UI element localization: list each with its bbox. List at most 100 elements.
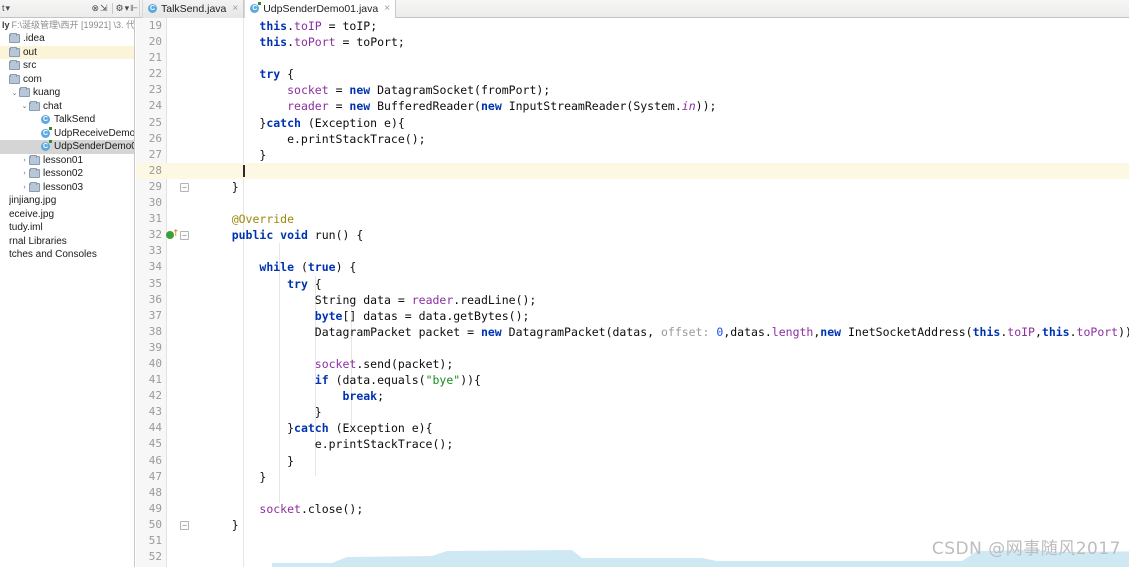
tree-item-com[interactable]: · com [0,73,134,87]
line-number: 45 [148,437,162,451]
code-line-50[interactable]: 50 − } [136,517,1129,533]
tree-item-kuang[interactable]: ⌄ kuang [0,86,134,100]
code-line-37[interactable]: 37 byte[] datas = data.getBytes(); [136,308,1129,324]
tree-spacer: · [0,76,9,83]
code-text: break; [342,389,385,404]
code-text: String data = reader.readLine(); [204,292,537,307]
line-number: 44 [148,421,162,435]
code-editor[interactable]: 19 this.toIP = toIP; 20 this.toPort = toP… [136,18,1129,567]
code-line-32[interactable]: 32 ↑ − public void run() { [136,227,1129,243]
line-number: 35 [148,276,162,290]
code-line-26[interactable]: 26 e.printStackTrace(); [136,131,1129,147]
project-tree[interactable]: ·.idea·out·src·com⌄kuang⌄chat·CTalkSend·… [0,31,134,262]
tree-item-idea[interactable]: · .idea [0,32,134,46]
code-line-39[interactable]: 39 [136,340,1129,356]
code-line-41[interactable]: 41 if (data.equals("bye")){ [136,372,1129,388]
chevron-right-icon[interactable]: › [20,184,29,191]
code-line-27[interactable]: 27 } [136,147,1129,163]
code-line-36[interactable]: 36 String data = reader.readLine(); [136,292,1129,308]
tree-item-lesson02[interactable]: › lesson02 [0,167,134,181]
override-method-icon[interactable]: ↑ [166,230,180,240]
code-line-31[interactable]: 31 @Override [136,211,1129,227]
project-tree-panel[interactable]: ly F:\涎级管理\西开 [19921] \3. 代码 ·.idea·out·… [0,18,135,567]
code-line-34[interactable]: 34 while (true) { [136,259,1129,275]
line-number: 26 [148,131,162,145]
tree-item-tudy-iml[interactable]: ·tudy.iml [0,221,134,235]
code-line-43[interactable]: 43 } [136,404,1129,420]
tree-item-label: TalkSend [54,114,96,126]
code-line-30[interactable]: 30 [136,195,1129,211]
tree-item-jinjiang-jpg[interactable]: ·jinjiang.jpg [0,194,134,208]
tree-item-label: out [23,46,37,58]
java-class-icon: C [41,115,50,125]
code-line-40[interactable]: 40 socket.send(packet); [136,356,1129,372]
tree-item-label: UdpReceiveDemo01 [54,127,134,139]
java-class-icon: C [148,4,157,13]
tree-item-src[interactable]: · src [0,59,134,73]
close-icon[interactable]: × [232,3,238,14]
code-line-25[interactable]: 25 }catch (Exception e){ [136,115,1129,131]
code-text: public void run() { [231,228,364,243]
tree-item-rnal-libraries[interactable]: ·rnal Libraries [0,235,134,249]
code-line-29[interactable]: 29 − } [136,179,1129,195]
chevron-down-icon[interactable]: ▾ [6,1,11,17]
tree-item-udpreceivedemo01[interactable]: ·CUdpReceiveDemo01 [0,126,134,141]
code-text: socket.close(); [259,501,364,516]
folder-icon [9,33,20,44]
code-line-35[interactable]: 35 try { [136,276,1129,292]
code-line-28[interactable]: 28 [136,162,1129,179]
gear-chevron-down-icon[interactable]: ▾ [125,1,130,17]
code-line-42[interactable]: 42 break; [136,388,1129,404]
tree-item-tches-and-consoles[interactable]: ·tches and Consoles [0,248,134,262]
tree-item-chat[interactable]: ⌄ chat [0,100,134,114]
code-fold-icon[interactable]: − [180,231,189,241]
editor-tab-udpsenderdemo01[interactable]: C UdpSenderDemo01.java × [244,0,397,18]
code-line-48[interactable]: 48 [136,485,1129,501]
code-line-38[interactable]: 38 DatagramPacket packet = new DatagramP… [136,324,1129,340]
code-line-22[interactable]: 22 try { [136,66,1129,82]
tree-item-lesson03[interactable]: › lesson03 [0,181,134,195]
chevron-right-icon[interactable]: › [20,157,29,164]
line-number: 19 [148,19,162,32]
code-line-33[interactable]: 33 [136,243,1129,259]
tree-item-label: lesson01 [43,154,84,166]
tree-item-eceive-jpg[interactable]: ·eceive.jpg [0,208,134,222]
close-icon[interactable]: × [384,3,390,14]
project-root-row[interactable]: ly F:\涎级管理\西开 [19921] \3. 代码 [0,18,134,31]
tree-item-out[interactable]: · out [0,45,134,59]
line-number: 24 [148,99,162,113]
folder-icon [9,73,20,84]
tree-item-lesson01[interactable]: › lesson01 [0,154,134,168]
code-line-20[interactable]: 20 this.toPort = toPort; [136,34,1129,50]
chevron-right-icon[interactable]: › [20,170,29,177]
code-text: }catch (Exception e){ [204,115,405,130]
collapse-all-icon[interactable]: ⊗ [91,1,99,17]
code-line-44[interactable]: 44 }catch (Exception e){ [136,420,1129,436]
code-line-49[interactable]: 49 socket.close(); [136,501,1129,517]
code-line-47[interactable]: 47 } [136,469,1129,485]
expand-all-icon[interactable]: ⇲ [100,1,108,17]
hide-toolwindow-icon[interactable]: ⊩ [130,1,138,17]
code-line-46[interactable]: 46 } [136,453,1129,469]
chevron-down-icon[interactable]: ⌄ [20,102,29,110]
tree-item-udpsenderdemo01[interactable]: ·CUdpSenderDemo01 [0,140,134,154]
code-text: e.printStackTrace(); [204,437,454,452]
code-line-24[interactable]: 24 reader = new BufferedReader(new Input… [136,98,1129,114]
code-lines-container[interactable]: 19 this.toIP = toIP; 20 this.toPort = toP… [136,18,1129,567]
folder-icon [29,168,40,179]
chevron-down-icon[interactable]: ⌄ [10,89,19,97]
code-text: try { [259,67,295,82]
code-text: } [204,179,239,194]
editor-tab-talksend[interactable]: C TalkSend.java × [142,0,245,18]
line-number: 23 [148,83,162,97]
code-fold-icon[interactable]: − [180,520,189,530]
code-line-19[interactable]: 19 this.toIP = toIP; [136,18,1129,34]
code-fold-icon[interactable]: − [180,182,189,192]
code-line-23[interactable]: 23 socket = new DatagramSocket(fromPort)… [136,82,1129,98]
gear-icon[interactable]: ⚙ [116,1,124,17]
code-text: } [204,469,267,484]
project-view-selector-label[interactable]: t [2,1,5,17]
tree-item-talksend[interactable]: ·C TalkSend [0,113,134,127]
code-line-21[interactable]: 21 [136,50,1129,66]
code-line-45[interactable]: 45 e.printStackTrace(); [136,436,1129,452]
